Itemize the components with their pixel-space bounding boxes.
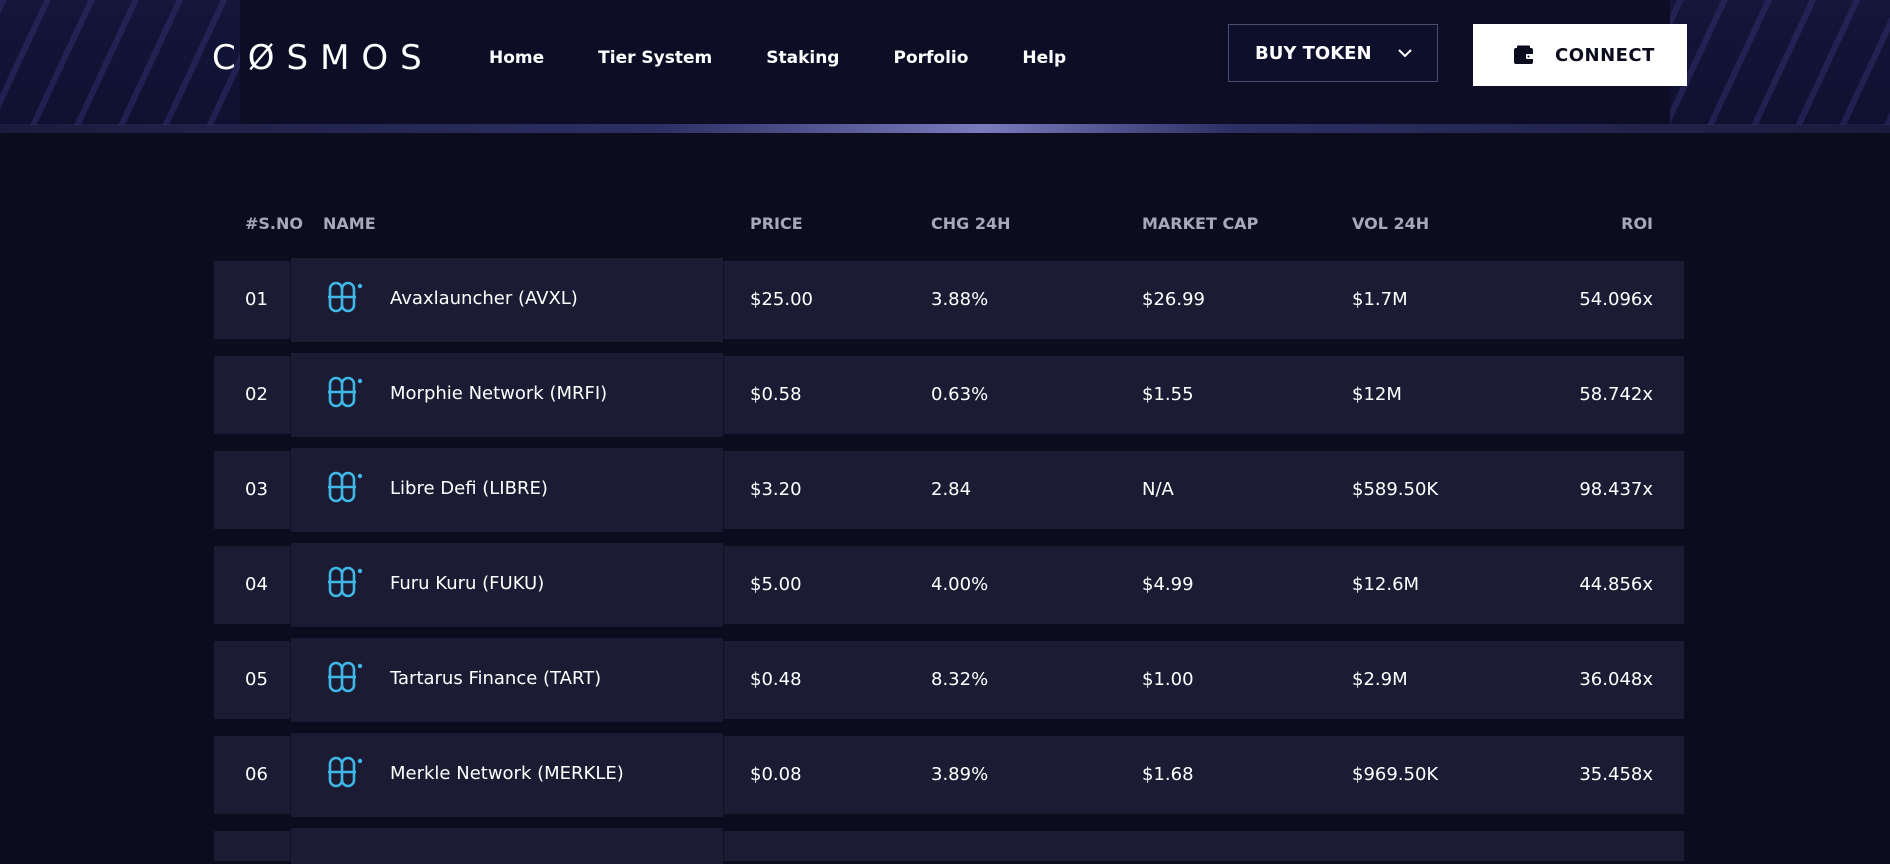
row-sno: 05 [245,669,268,690]
table-row[interactable] [214,828,1684,864]
nav-tier-system[interactable]: Tier System [598,48,712,68]
row-sno: 04 [245,574,268,595]
token-roi: 44.856x [1579,574,1653,595]
token-name: Libre Defi (LIBRE) [390,478,548,499]
nav-staking[interactable]: Staking [766,48,839,68]
token-market-cap: $1.68 [1142,764,1194,785]
token-vol-24h: $589.50K [1352,479,1439,500]
token-vol-24h: $1.7M [1352,289,1408,310]
token-roi: 36.048x [1579,669,1653,690]
table-header: #S.NO NAME PRICE CHG 24H MARKET CAP VOL … [214,200,1684,250]
nav-help[interactable]: Help [1022,48,1066,68]
token-market-cap: $1.00 [1142,669,1194,690]
token-price: $0.08 [750,764,802,785]
buy-token-dropdown[interactable]: BUY TOKEN [1228,24,1438,82]
cosmos-logo[interactable]: CØSMOS [212,38,434,78]
token-name: Merkle Network (MERKLE) [390,763,624,784]
token-vol-24h: $969.50K [1352,764,1439,785]
table-row[interactable]: 02 Morphie Network (MRFI) $0.58 0.63% $1… [214,353,1684,437]
site-header: CØSMOS Home Tier System Staking Porfolio… [0,0,1890,125]
token-market-cap: N/A [1142,479,1174,500]
token-vol-24h: $12M [1352,384,1402,405]
column-header-sno: #S.NO [245,214,303,233]
token-logo-icon [328,756,363,788]
table-row[interactable]: 05 Tartarus Finance (TART) $0.48 8.32% $… [214,638,1684,722]
connect-wallet-button[interactable]: CONNECT [1473,24,1687,86]
column-header-price: PRICE [750,214,803,233]
token-name: Tartarus Finance (TART) [390,668,602,689]
token-roi: 35.458x [1579,764,1653,785]
column-header-name: NAME [323,214,376,233]
token-price: $25.00 [750,289,813,310]
token-chg-24h: 4.00% [931,574,989,595]
wallet-icon [1514,45,1534,64]
table-row[interactable]: 04 Furu Kuru (FUKU) $5.00 4.00% $4.99 $1… [214,543,1684,627]
connect-label: CONNECT [1555,44,1655,66]
token-chg-24h: 3.89% [931,764,989,785]
token-chg-24h: 3.88% [931,289,989,310]
row-sno: 02 [245,384,268,405]
nav-portfolio[interactable]: Porfolio [893,48,968,68]
table-row[interactable]: 06 Merkle Network (MERKLE) $0.08 3.89% $… [214,733,1684,817]
main-nav: Home Tier System Staking Porfolio Help [489,44,1120,72]
table-row[interactable]: 03 Libre Defi (LIBRE) $3.20 2.84 N/A $58… [214,448,1684,532]
token-name: Morphie Network (MRFI) [390,383,608,404]
column-header-roi: ROI [1621,214,1653,233]
row-sno: 03 [245,479,268,500]
token-price: $0.48 [750,669,802,690]
token-roi: 54.096x [1579,289,1653,310]
token-logo-icon [328,566,363,598]
token-chg-24h: 8.32% [931,669,989,690]
token-market-cap: $4.99 [1142,574,1194,595]
column-header-vol-24h: VOL 24H [1352,214,1430,233]
token-logo-icon [328,471,363,503]
token-price: $3.20 [750,479,802,500]
header-divider [0,124,1890,133]
token-vol-24h: $2.9M [1352,669,1408,690]
column-header-chg-24h: CHG 24H [931,214,1011,233]
row-sno: 01 [245,289,268,310]
name-cell [291,828,723,864]
token-chg-24h: 2.84 [931,479,972,500]
token-name: Avaxlauncher (AVXL) [390,288,578,309]
nav-home[interactable]: Home [489,48,544,68]
token-price: $5.00 [750,574,802,595]
token-roi: 58.742x [1579,384,1653,405]
token-name: Furu Kuru (FUKU) [390,573,545,594]
token-price: $0.58 [750,384,802,405]
token-logo-icon [328,281,363,313]
token-logo-icon [328,376,363,408]
token-market-cap: $26.99 [1142,289,1205,310]
buy-token-label: BUY TOKEN [1255,42,1372,64]
row-sno: 06 [245,764,268,785]
token-vol-24h: $12.6M [1352,574,1420,595]
table-row[interactable]: 01 Avaxlauncher (AVXL) $25.00 3.88% $26.… [214,258,1684,342]
token-market-cap: $1.55 [1142,384,1194,405]
token-logo-icon [328,661,363,693]
chevron-down-icon [1398,49,1412,58]
token-chg-24h: 0.63% [931,384,989,405]
token-roi: 98.437x [1579,479,1653,500]
column-header-market-cap: MARKET CAP [1142,214,1259,233]
token-table: #S.NO NAME PRICE CHG 24H MARKET CAP VOL … [214,200,1684,864]
